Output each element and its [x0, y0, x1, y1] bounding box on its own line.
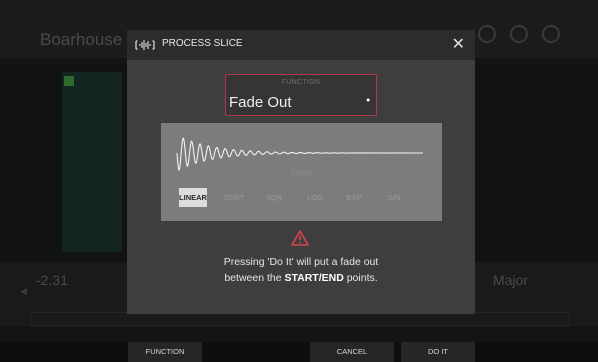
info-message-line-2: between the START/END points. [127, 272, 475, 284]
do-it-button[interactable]: DO IT [401, 342, 475, 362]
background-arrow-left-icon: ◀ [20, 286, 27, 296]
dropdown-dot-icon: ● [366, 97, 371, 104]
curve-btn-sqrt[interactable]: SQRT [221, 188, 247, 207]
waveform-logo-icon [135, 40, 155, 50]
curve-btn-linear[interactable]: LINEAR [179, 188, 207, 207]
curve-label: CURVE [291, 171, 312, 177]
function-button[interactable]: FUNCTION [128, 342, 202, 362]
cancel-button[interactable]: CANCEL [310, 342, 394, 362]
bottom-function-bar: FUNCTION CANCEL DO IT [0, 342, 598, 362]
background-value-left: -2.31 [36, 272, 68, 288]
warning-triangle-icon [291, 230, 309, 246]
background-value-right: Major [493, 272, 529, 288]
background-slice-block [62, 72, 122, 252]
info-prefix: between the [224, 272, 285, 284]
background-gear-icon [478, 25, 496, 43]
background-settings-icon [510, 25, 528, 43]
background-slice-marker [64, 76, 74, 86]
curve-btn-log[interactable]: LOG [302, 188, 328, 207]
info-message-line-1: Pressing 'Do It' will put a fade out [223, 256, 379, 268]
info-suffix: points. [343, 272, 378, 284]
process-slice-dialog: PROCESS SLICE ✕ FUNCTION Fade Out ● CURV… [127, 30, 475, 314]
function-selector[interactable]: FUNCTION Fade Out ● [225, 74, 377, 116]
background-strip [30, 312, 570, 326]
dialog-header: PROCESS SLICE ✕ [127, 30, 475, 60]
function-label: FUNCTION [281, 79, 321, 86]
curve-btn-exp[interactable]: EXP [341, 188, 367, 207]
function-value: Fade Out [229, 94, 292, 111]
close-icon[interactable]: ✕ [452, 35, 465, 55]
curve-panel: CURVE LINEAR SQRT SQR LOG EXP SIN [161, 123, 442, 221]
background-gear-icon-2 [542, 25, 560, 43]
dialog-title: PROCESS SLICE [162, 38, 243, 49]
curve-btn-sin[interactable]: SIN [381, 188, 407, 207]
info-bold-points: START/END [284, 272, 344, 284]
curve-btn-sqr[interactable]: SQR [261, 188, 287, 207]
